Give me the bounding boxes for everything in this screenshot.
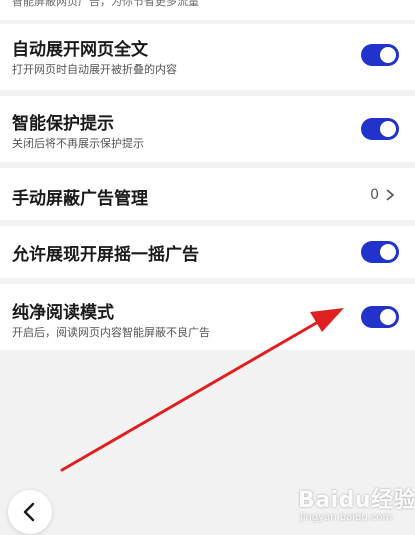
top-cut-row: 智能屏蔽网页广告，为你节省更多流量 — [0, 0, 415, 20]
chevron-left-icon — [23, 502, 35, 522]
setting-title: 手动屏蔽广告管理 — [12, 189, 148, 209]
setting-row-auto-expand[interactable]: 自动展开网页全文 打开网页时自动展开被折叠的内容 — [0, 24, 415, 90]
setting-row-manual-ad-block[interactable]: 手动屏蔽广告管理 0 — [0, 168, 415, 220]
auto-expand-toggle[interactable] — [361, 44, 399, 66]
setting-subtitle: 开启后，阅读网页内容智能屏蔽不良广告 — [12, 326, 210, 339]
toggle-knob — [380, 121, 396, 137]
watermark-sub: jingyan.baidu.com — [300, 512, 393, 523]
toggle-knob — [380, 244, 396, 260]
setting-row-protection-tip[interactable]: 智能保护提示 关闭后将不再展示保护提示 — [0, 96, 415, 162]
toggle-knob — [380, 47, 396, 63]
top-cut-subtitle: 智能屏蔽网页广告，为你节省更多流量 — [12, 0, 199, 8]
setting-row-pure-reading[interactable]: 纯净阅读模式 开启后，阅读网页内容智能屏蔽不良广告 — [0, 284, 415, 350]
setting-subtitle: 关闭后将不再展示保护提示 — [12, 137, 144, 150]
setting-title: 纯净阅读模式 — [12, 303, 114, 323]
setting-title: 自动展开网页全文 — [12, 40, 148, 60]
pure-reading-toggle[interactable] — [361, 306, 399, 328]
setting-subtitle: 打开网页时自动展开被折叠的内容 — [12, 63, 177, 76]
baidu-watermark: Baidu经验 jingyan.baidu.com — [298, 478, 415, 530]
block-count: 0 — [370, 187, 379, 203]
shake-ad-toggle[interactable] — [361, 241, 399, 263]
setting-row-shake-ad[interactable]: 允许展现开屏摇一摇广告 — [0, 226, 415, 278]
setting-title: 智能保护提示 — [12, 114, 114, 134]
protection-tip-toggle[interactable] — [361, 118, 399, 140]
setting-title: 允许展现开屏摇一摇广告 — [12, 245, 199, 265]
watermark-main: Baidu经验 — [298, 488, 415, 513]
toggle-knob — [380, 309, 396, 325]
back-button[interactable] — [8, 490, 52, 534]
chevron-right-icon — [386, 189, 395, 201]
